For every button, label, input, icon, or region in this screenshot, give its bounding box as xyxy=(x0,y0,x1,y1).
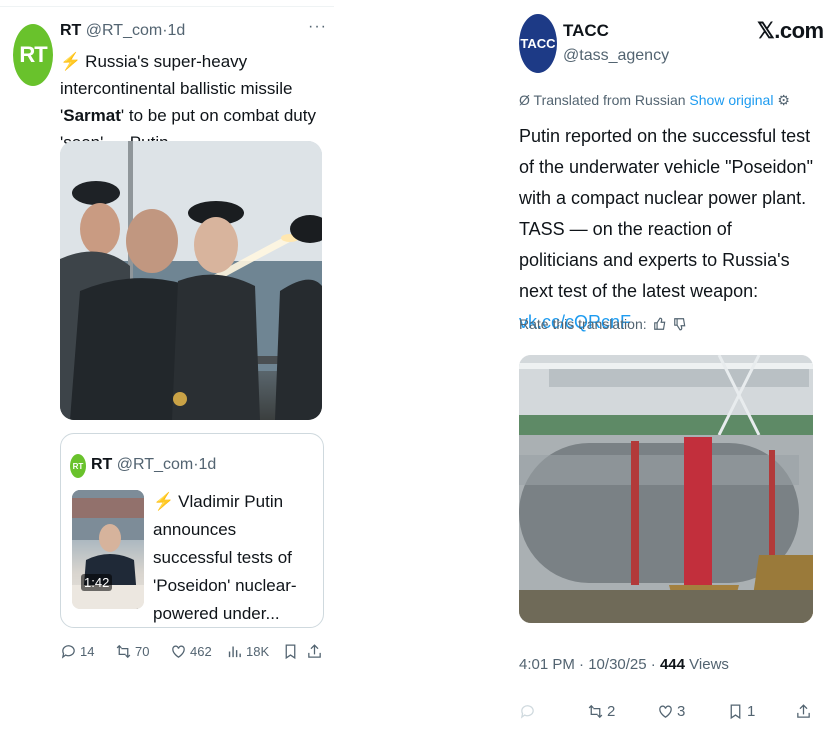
reply-count: 14 xyxy=(80,643,95,659)
repost-button[interactable]: 70 xyxy=(115,640,149,662)
reply-icon xyxy=(61,644,75,659)
video-duration: 1:42 xyxy=(81,574,113,591)
tweet-text-bold: Sarmat xyxy=(63,106,121,125)
tweet-date[interactable]: 10/30/25 xyxy=(588,656,646,673)
divider xyxy=(0,6,334,7)
views-label: Views xyxy=(689,656,729,673)
quote-avatar: RT xyxy=(70,454,86,478)
tweet-time[interactable]: 4:01 PM xyxy=(519,656,575,673)
lightning-icon: ⚡ xyxy=(60,52,82,71)
rt-avatar[interactable]: RT xyxy=(13,24,53,86)
tweet-action-bar: 14 70 462 18K xyxy=(60,640,325,664)
share-button[interactable] xyxy=(306,640,323,662)
bookmark-icon xyxy=(730,703,741,719)
tweet-photo[interactable] xyxy=(519,355,813,623)
quote-text-content: Vladimir Putin announces successful test… xyxy=(153,492,297,623)
quote-text: ⚡ Vladimir Putin announces successful tes… xyxy=(153,488,315,628)
quote-author-name: RT xyxy=(91,456,113,473)
separator-dot: · xyxy=(574,656,589,673)
show-original-link[interactable]: Show original xyxy=(689,92,773,108)
views-count: 444 xyxy=(659,656,685,673)
bookmark-button[interactable]: 1 xyxy=(727,700,755,722)
like-count: 462 xyxy=(190,643,212,659)
tweet-time[interactable]: 1d xyxy=(168,22,186,39)
bookmark-count: 1 xyxy=(747,702,756,720)
tweet-text: Putin reported on the successful test of… xyxy=(519,121,815,338)
quote-header: RT @RT_com·1d xyxy=(91,456,216,474)
like-count: 3 xyxy=(677,702,686,720)
author-handle[interactable]: @RT_com xyxy=(86,22,162,39)
views-icon xyxy=(228,646,241,657)
translation-notice: Ø Translated from Russian Show original … xyxy=(519,92,790,109)
tweet-action-bar: 2 3 1 xyxy=(519,700,819,724)
settings-gear-icon[interactable]: ⚙ xyxy=(777,92,790,108)
tweet-text-content: Putin reported on the successful test of… xyxy=(519,126,813,301)
heart-icon xyxy=(659,705,672,718)
video-thumbnail[interactable]: 1:42 xyxy=(72,490,144,609)
putin-video-still xyxy=(72,490,144,609)
lightning-icon: ⚡ xyxy=(153,492,175,511)
repost-count: 70 xyxy=(135,643,150,659)
tweet-photo[interactable] xyxy=(60,141,322,420)
repost-icon xyxy=(116,644,131,658)
bookmark-button[interactable] xyxy=(282,640,299,662)
tass-avatar[interactable]: TACC xyxy=(519,14,557,73)
views-count: 18K xyxy=(246,643,270,659)
tweet-meta: 4:01 PM · 10/30/25 · 444 Views xyxy=(519,656,729,673)
more-options-icon[interactable]: ··· xyxy=(308,18,327,36)
thumbs-down-icon[interactable] xyxy=(673,317,687,331)
naval-officers-photo xyxy=(60,141,322,420)
author-handle[interactable]: @tass_agency xyxy=(563,47,669,65)
heart-icon xyxy=(172,645,185,658)
rate-label: Rate this translation: xyxy=(519,316,647,332)
bookmark-icon xyxy=(285,643,296,659)
repost-icon xyxy=(588,704,603,718)
author-name[interactable]: RT xyxy=(60,22,81,39)
rate-translation: Rate this translation: xyxy=(519,316,687,332)
translate-icon: Ø xyxy=(519,92,530,108)
rt-tweet-header: RT @RT_com·1d xyxy=(60,22,185,40)
repost-button[interactable]: 2 xyxy=(587,700,615,722)
share-icon xyxy=(308,643,321,658)
views-button[interactable]: 18K xyxy=(226,640,269,662)
quote-author-handle: @RT_com xyxy=(116,456,194,473)
like-button[interactable]: 462 xyxy=(170,640,212,662)
quote-tweet[interactable]: RT RT @RT_com·1d 1:42 ⚡ Vladimir Putin an… xyxy=(60,433,324,628)
reply-button[interactable] xyxy=(519,700,536,722)
quote-time: 1d xyxy=(198,456,217,473)
poseidon-vehicle-photo xyxy=(519,355,813,623)
reply-button[interactable]: 14 xyxy=(60,640,94,662)
reply-icon xyxy=(520,704,534,719)
repost-count: 2 xyxy=(607,702,616,720)
tweet-text: ⚡ Russia's super-heavy intercontinental b… xyxy=(60,48,322,156)
thumbs-up-icon[interactable] xyxy=(653,317,667,331)
share-icon xyxy=(797,703,810,718)
translated-label: Translated from Russian xyxy=(533,92,686,108)
x-brand-label: 𝕏.com xyxy=(757,18,824,43)
author-name[interactable]: TACC xyxy=(563,21,609,41)
separator-dot: · xyxy=(646,656,660,673)
like-button[interactable]: 3 xyxy=(657,700,685,722)
share-button[interactable] xyxy=(795,700,812,722)
